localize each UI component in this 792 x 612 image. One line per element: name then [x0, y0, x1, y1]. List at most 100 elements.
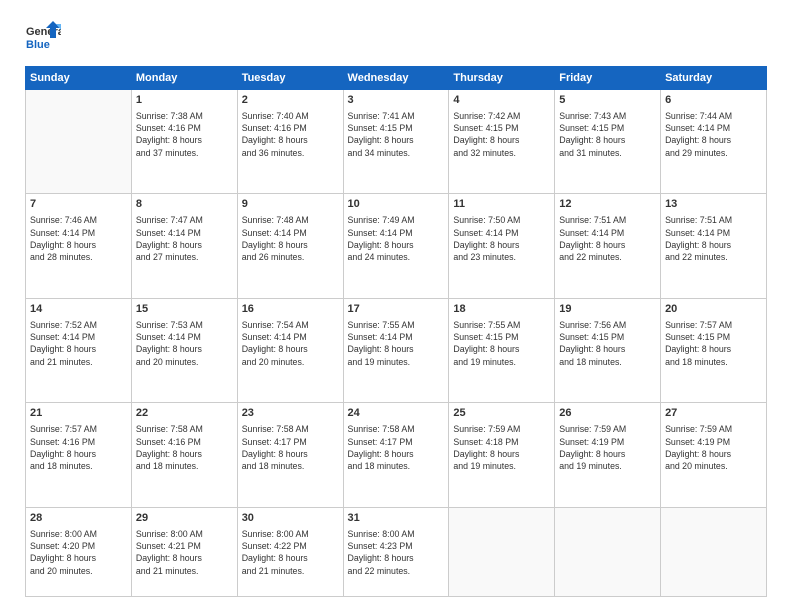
day-number: 29 [136, 511, 233, 526]
day-number: 30 [242, 511, 339, 526]
day-info: Sunrise: 7:58 AM Sunset: 4:16 PM Dayligh… [136, 423, 233, 472]
header: General Blue [25, 20, 767, 56]
table-row: 19 Sunrise: 7:56 AM Sunset: 4:15 PM Dayli… [555, 298, 661, 402]
table-row: 29 Sunrise: 8:00 AM Sunset: 4:21 PM Dayli… [131, 507, 237, 596]
calendar-week-row: 7 Sunrise: 7:46 AM Sunset: 4:14 PM Daylig… [26, 194, 767, 298]
day-info: Sunrise: 7:46 AM Sunset: 4:14 PM Dayligh… [30, 214, 127, 263]
table-row: 24 Sunrise: 7:58 AM Sunset: 4:17 PM Dayli… [343, 403, 449, 507]
day-number: 21 [30, 406, 127, 421]
table-row: 28 Sunrise: 8:00 AM Sunset: 4:20 PM Dayli… [26, 507, 132, 596]
table-row: 18Sunrise: 7:55 AM Sunset: 4:15 PM Dayli… [449, 298, 555, 402]
day-number: 14 [30, 302, 127, 317]
day-number: 7 [30, 197, 127, 212]
day-info: Sunrise: 7:50 AM Sunset: 4:14 PM Dayligh… [453, 214, 550, 263]
day-info: Sunrise: 7:58 AM Sunset: 4:17 PM Dayligh… [348, 423, 445, 472]
table-row: 20 Sunrise: 7:57 AM Sunset: 4:15 PM Dayli… [661, 298, 767, 402]
day-info: Sunrise: 8:00 AM Sunset: 4:21 PM Dayligh… [136, 528, 233, 577]
table-row: 27 Sunrise: 7:59 AM Sunset: 4:19 PM Dayli… [661, 403, 767, 507]
day-info: Sunrise: 7:53 AM Sunset: 4:14 PM Dayligh… [136, 319, 233, 368]
col-tuesday: Tuesday [237, 67, 343, 90]
day-number: 8 [136, 197, 233, 212]
day-number: 1 [136, 93, 233, 108]
day-info: Sunrise: 7:51 AM Sunset: 4:14 PM Dayligh… [559, 214, 656, 263]
calendar-header-row: Sunday Monday Tuesday Wednesday Thursday… [26, 67, 767, 90]
day-info: Sunrise: 7:41 AM Sunset: 4:15 PM Dayligh… [348, 110, 445, 159]
day-info: Sunrise: 7:40 AM Sunset: 4:16 PM Dayligh… [242, 110, 339, 159]
day-info: Sunrise: 7:42 AM Sunset: 4:15 PM Dayligh… [453, 110, 550, 159]
day-info: Sunrise: 7:59 AM Sunset: 4:18 PM Dayligh… [453, 423, 550, 472]
day-info: Sunrise: 8:00 AM Sunset: 4:20 PM Dayligh… [30, 528, 127, 577]
day-info: Sunrise: 7:55 AM Sunset: 4:15 PM Dayligh… [453, 319, 550, 368]
table-row: 21 Sunrise: 7:57 AM Sunset: 4:16 PM Dayli… [26, 403, 132, 507]
table-row: 14 Sunrise: 7:52 AM Sunset: 4:14 PM Dayli… [26, 298, 132, 402]
day-info: Sunrise: 7:57 AM Sunset: 4:16 PM Dayligh… [30, 423, 127, 472]
day-info: Sunrise: 7:56 AM Sunset: 4:15 PM Dayligh… [559, 319, 656, 368]
day-info: Sunrise: 7:59 AM Sunset: 4:19 PM Dayligh… [559, 423, 656, 472]
day-number: 24 [348, 406, 445, 421]
day-number: 4 [453, 93, 550, 108]
table-row [661, 507, 767, 596]
day-info: Sunrise: 7:51 AM Sunset: 4:14 PM Dayligh… [665, 214, 762, 263]
day-info: Sunrise: 7:47 AM Sunset: 4:14 PM Dayligh… [136, 214, 233, 263]
table-row: 15 Sunrise: 7:53 AM Sunset: 4:14 PM Dayli… [131, 298, 237, 402]
table-row [449, 507, 555, 596]
day-number: 11 [453, 197, 550, 212]
table-row: 7 Sunrise: 7:46 AM Sunset: 4:14 PM Daylig… [26, 194, 132, 298]
day-number: 23 [242, 406, 339, 421]
logo: General Blue [25, 20, 61, 56]
col-sunday: Sunday [26, 67, 132, 90]
table-row: 8 Sunrise: 7:47 AM Sunset: 4:14 PM Daylig… [131, 194, 237, 298]
table-row: 17 Sunrise: 7:55 AM Sunset: 4:14 PM Dayli… [343, 298, 449, 402]
table-row: 13 Sunrise: 7:51 AM Sunset: 4:14 PM Dayli… [661, 194, 767, 298]
day-number: 22 [136, 406, 233, 421]
day-info: Sunrise: 7:59 AM Sunset: 4:19 PM Dayligh… [665, 423, 762, 472]
day-info: Sunrise: 7:43 AM Sunset: 4:15 PM Dayligh… [559, 110, 656, 159]
day-number: 13 [665, 197, 762, 212]
table-row: 25 Sunrise: 7:59 AM Sunset: 4:18 PM Dayli… [449, 403, 555, 507]
day-info: Sunrise: 8:00 AM Sunset: 4:22 PM Dayligh… [242, 528, 339, 577]
day-number: 2 [242, 93, 339, 108]
day-info: Sunrise: 7:58 AM Sunset: 4:17 PM Dayligh… [242, 423, 339, 472]
table-row: 23 Sunrise: 7:58 AM Sunset: 4:17 PM Dayli… [237, 403, 343, 507]
day-number: 19 [559, 302, 656, 317]
table-row [26, 90, 132, 194]
table-row: 10 Sunrise: 7:49 AM Sunset: 4:14 PM Dayli… [343, 194, 449, 298]
table-row: 2 Sunrise: 7:40 AM Sunset: 4:16 PM Daylig… [237, 90, 343, 194]
day-number: 26 [559, 406, 656, 421]
day-number: 17 [348, 302, 445, 317]
table-row: 4 Sunrise: 7:42 AM Sunset: 4:15 PM Daylig… [449, 90, 555, 194]
logo-icon: General Blue [25, 20, 61, 56]
col-friday: Friday [555, 67, 661, 90]
table-row: 30 Sunrise: 8:00 AM Sunset: 4:22 PM Dayli… [237, 507, 343, 596]
day-number: 10 [348, 197, 445, 212]
svg-text:Blue: Blue [26, 39, 50, 51]
day-info: Sunrise: 7:52 AM Sunset: 4:14 PM Dayligh… [30, 319, 127, 368]
day-info: Sunrise: 7:38 AM Sunset: 4:16 PM Dayligh… [136, 110, 233, 159]
table-row: 26 Sunrise: 7:59 AM Sunset: 4:19 PM Dayli… [555, 403, 661, 507]
table-row: 12 Sunrise: 7:51 AM Sunset: 4:14 PM Dayli… [555, 194, 661, 298]
day-number: 3 [348, 93, 445, 108]
calendar-week-row: 1 Sunrise: 7:38 AM Sunset: 4:16 PM Daylig… [26, 90, 767, 194]
day-info: Sunrise: 7:54 AM Sunset: 4:14 PM Dayligh… [242, 319, 339, 368]
col-monday: Monday [131, 67, 237, 90]
day-number: 25 [453, 406, 550, 421]
day-number: 28 [30, 511, 127, 526]
calendar-week-row: 28 Sunrise: 8:00 AM Sunset: 4:20 PM Dayli… [26, 507, 767, 596]
calendar-week-row: 21 Sunrise: 7:57 AM Sunset: 4:16 PM Dayli… [26, 403, 767, 507]
day-info: Sunrise: 7:55 AM Sunset: 4:14 PM Dayligh… [348, 319, 445, 368]
day-number: 27 [665, 406, 762, 421]
day-info: Sunrise: 8:00 AM Sunset: 4:23 PM Dayligh… [348, 528, 445, 577]
day-number: 31 [348, 511, 445, 526]
day-number: 15 [136, 302, 233, 317]
day-number: 9 [242, 197, 339, 212]
page: General Blue Sunday Monday Tuesday Wedne… [0, 0, 792, 612]
day-number: 12 [559, 197, 656, 212]
day-info: Sunrise: 7:49 AM Sunset: 4:14 PM Dayligh… [348, 214, 445, 263]
table-row: 31 Sunrise: 8:00 AM Sunset: 4:23 PM Dayli… [343, 507, 449, 596]
calendar-table: Sunday Monday Tuesday Wednesday Thursday… [25, 66, 767, 597]
table-row [555, 507, 661, 596]
table-row: 3 Sunrise: 7:41 AM Sunset: 4:15 PM Daylig… [343, 90, 449, 194]
table-row: 16Sunrise: 7:54 AM Sunset: 4:14 PM Dayli… [237, 298, 343, 402]
day-info: Sunrise: 7:57 AM Sunset: 4:15 PM Dayligh… [665, 319, 762, 368]
day-number: 20 [665, 302, 762, 317]
